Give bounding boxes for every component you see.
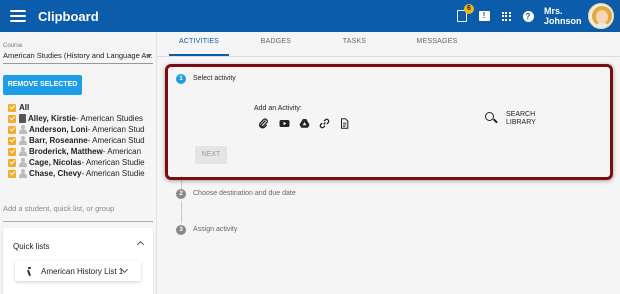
person-icon (19, 169, 27, 178)
add-student-input[interactable]: Add a student, quick list, or group (3, 204, 153, 222)
student-course: - American Stud (87, 136, 145, 145)
course-select-value: American Studies (History and Language A… (3, 51, 153, 60)
remove-selected-button[interactable]: REMOVE SELECTED (3, 75, 82, 95)
student-row[interactable]: Cage, Nicolas - American Studie (8, 157, 156, 168)
person-icon (19, 147, 27, 156)
tab-tasks[interactable]: TASKS (332, 32, 377, 56)
checkbox-checked-icon[interactable] (8, 114, 16, 123)
student-list: All Alley, Kirstie - American Studies An… (8, 102, 156, 179)
search-library-button[interactable]: SEARCH LIBRARY (506, 111, 546, 127)
messages-icon[interactable]: ! (478, 10, 490, 22)
apps-grid-icon[interactable] (500, 10, 512, 22)
student-course: - American (102, 147, 142, 156)
student-name: Chase, Chevy (29, 169, 82, 178)
app-title: Clipboard (38, 8, 99, 24)
link-icon[interactable] (319, 118, 330, 129)
tabs-divider (157, 56, 620, 57)
add-activity-label: Add an Activity: (254, 105, 302, 112)
step-number-1: 1 (176, 74, 186, 84)
student-name: Alley, Kirstie (28, 114, 76, 123)
course-select[interactable]: American Studies (History and Language A… (3, 51, 153, 64)
student-row[interactable]: Barr, Roseanne - American Stud (8, 135, 156, 146)
clipboard-notifications-icon[interactable]: 6 (456, 4, 474, 22)
checkbox-checked-icon[interactable] (8, 136, 16, 145)
youtube-icon[interactable] (279, 118, 290, 129)
student-name: Broderick, Matthew (29, 147, 103, 156)
student-name: All (19, 103, 30, 112)
tab-bar: ACTIVITIES BADGES TASKS MESSAGES (157, 32, 620, 56)
quick-lists-card: Quick lists American History List 1 (3, 228, 153, 294)
app-bar: Clipboard 6 ! ? Mrs. Johnson (0, 0, 620, 32)
student-course: - American Studies (75, 114, 144, 123)
quick-lists-title: Quick lists (13, 242, 50, 251)
google-drive-icon[interactable] (299, 118, 310, 129)
tab-badges[interactable]: BADGES (251, 32, 301, 56)
document-icon[interactable] (339, 118, 350, 129)
student-name: Barr, Roseanne (29, 136, 88, 145)
checkbox-checked-icon[interactable] (8, 158, 16, 167)
checkbox-checked-icon[interactable] (8, 147, 16, 156)
caret-down-icon (146, 54, 152, 58)
student-row[interactable]: Anderson, Loni - American Stud (8, 124, 156, 135)
paperclip-icon[interactable] (258, 118, 269, 129)
step-label-3[interactable]: Assign activity (193, 226, 237, 233)
student-photo (19, 114, 26, 123)
help-icon[interactable]: ? (522, 10, 534, 22)
step-label-1[interactable]: Select activity (193, 75, 236, 82)
step-label-2[interactable]: Choose destination and due date (193, 190, 296, 197)
tab-activities[interactable]: ACTIVITIES (169, 32, 229, 56)
quick-list-select[interactable]: American History List 1 (15, 261, 141, 281)
step-number-3: 3 (176, 225, 186, 235)
checkbox-checked-icon[interactable] (8, 103, 16, 112)
user-avatar[interactable] (588, 3, 614, 29)
person-icon (19, 158, 27, 167)
course-label: Course (3, 43, 23, 49)
student-name: Anderson, Loni (29, 125, 88, 134)
checkbox-checked-icon[interactable] (8, 169, 16, 178)
person-icon (19, 136, 27, 145)
student-row[interactable]: Alley, Kirstie - American Studies (8, 113, 156, 124)
student-row-all[interactable]: All (8, 102, 156, 113)
next-button[interactable]: NEXT (195, 146, 227, 164)
student-name: Cage, Nicolas (29, 158, 82, 167)
notification-badge: 6 (464, 4, 474, 14)
quick-list-label: American History List 1 (41, 266, 124, 276)
student-course: - American Studie (81, 169, 145, 178)
student-course: - American Studie (81, 158, 145, 167)
walking-person-icon (25, 266, 33, 276)
student-row[interactable]: Broderick, Matthew - American (8, 146, 156, 157)
user-name[interactable]: Mrs. Johnson (544, 6, 582, 26)
tab-messages[interactable]: MESSAGES (407, 32, 467, 56)
chevron-up-icon[interactable] (136, 240, 145, 249)
step-number-2: 2 (176, 189, 186, 199)
search-icon[interactable] (485, 112, 494, 121)
student-course: - American Stud (87, 125, 145, 134)
sidebar: Course American Studies (History and Lan… (0, 32, 157, 294)
step-connector (181, 201, 182, 223)
person-icon (19, 125, 27, 134)
student-row[interactable]: Chase, Chevy - American Studie (8, 168, 156, 179)
checkbox-checked-icon[interactable] (8, 125, 16, 134)
menu-icon[interactable] (10, 10, 26, 22)
